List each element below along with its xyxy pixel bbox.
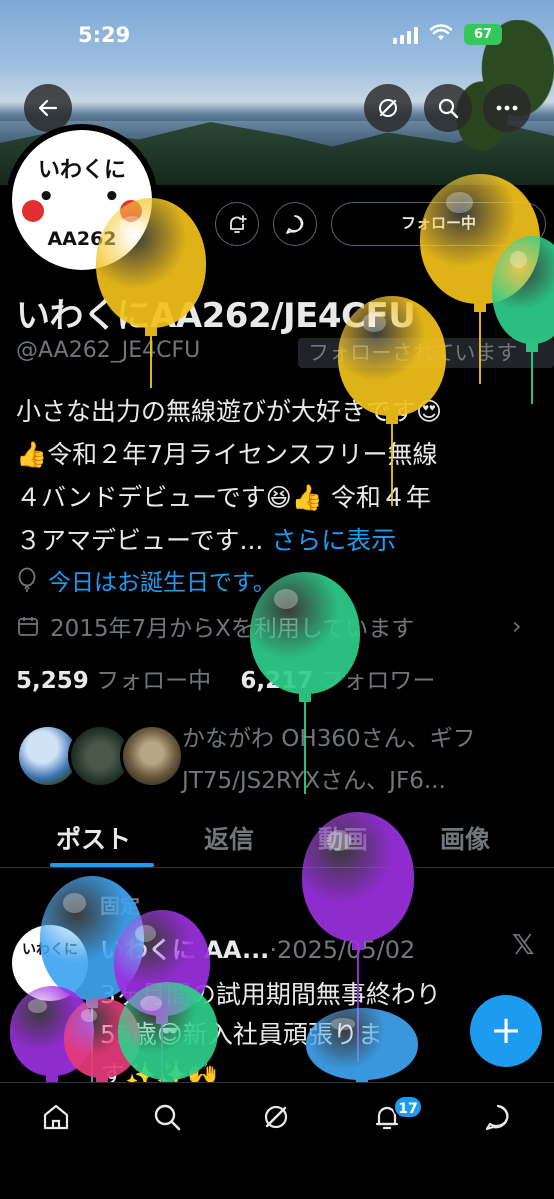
chevron-right-icon: ›: [512, 612, 522, 640]
home-icon: [43, 1104, 69, 1130]
bio-line: 👍令和２年7月ライセンスフリー無線: [16, 440, 438, 469]
nav-home[interactable]: [36, 1101, 76, 1141]
tab-media[interactable]: 画像: [440, 820, 490, 856]
more-button[interactable]: [483, 84, 531, 132]
balloon-decoration: [306, 1008, 418, 1100]
search-icon: [154, 1104, 181, 1131]
birthday-line: 今日はお誕生日です。: [16, 563, 276, 597]
message-icon: [286, 215, 304, 234]
balloon-decoration: [338, 296, 446, 506]
profile-tabs: ポスト 返信 動画 画像: [0, 806, 554, 868]
battery-indicator: 67: [464, 24, 502, 45]
tab-posts[interactable]: ポスト: [56, 820, 131, 856]
balloon-icon: [18, 567, 36, 592]
status-bar: 5:29 67: [0, 0, 554, 70]
birthday-text: 今日はお誕生日です。: [48, 570, 276, 596]
notification-badge: 17: [393, 1095, 423, 1119]
signal-icon: [393, 26, 418, 44]
balloon-decoration: [96, 198, 206, 388]
plus-icon: +: [490, 1008, 522, 1052]
chat-icon: [485, 1104, 509, 1131]
search-icon: [438, 98, 459, 119]
balloon-decoration: [118, 982, 218, 1120]
grok-icon: [264, 1105, 288, 1129]
compose-button[interactable]: +: [470, 995, 542, 1067]
balloon-decoration: [250, 572, 360, 794]
bio-line: ４バンドデビューです😆👍 令和４年: [16, 483, 431, 512]
search-button[interactable]: [424, 84, 472, 132]
mutual-avatar: [120, 724, 184, 788]
mutual-followers-text: かながわ OH360さん、ギフ JT75/JS2RYXさん、JF6...: [182, 726, 476, 794]
nav-messages[interactable]: [478, 1101, 518, 1141]
notify-subscribe-button[interactable]: [215, 202, 259, 246]
profile-handle: @AA262_JE4CFU: [16, 338, 201, 363]
x-logo-icon: 𝕏: [512, 928, 535, 961]
nav-grok[interactable]: [256, 1101, 296, 1141]
calendar-icon: [18, 617, 38, 636]
grok-button[interactable]: [364, 84, 412, 132]
bell-plus-icon: [230, 215, 247, 233]
bottom-nav: 17: [0, 1082, 554, 1199]
balloon-decoration: [302, 812, 414, 1062]
message-button[interactable]: [273, 202, 317, 246]
back-arrow-icon: [38, 99, 58, 117]
show-more-link[interactable]: さらに表示: [271, 526, 396, 555]
tab-replies[interactable]: 返信: [204, 820, 254, 856]
avatar-text-top: いわくに: [37, 158, 126, 183]
nav-search[interactable]: [147, 1101, 187, 1141]
bio-line: 小さな出力の無線遊びが大好きです😍: [16, 397, 443, 426]
profile-bio: 小さな出力の無線遊びが大好きです😍 👍令和２年7月ライセンスフリー無線 ４バンド…: [16, 390, 546, 562]
mutual-followers[interactable]: かながわ OH360さん、ギフ JT75/JS2RYXさん、JF6...: [16, 720, 546, 800]
bio-line-last: ３アマデビューです... さらに表示: [16, 526, 397, 555]
grok-icon: [379, 99, 397, 117]
status-time: 5:29: [78, 23, 131, 47]
active-tab-indicator: [50, 863, 154, 867]
avatar-cheek-left: [22, 200, 44, 222]
more-icon: [496, 105, 518, 111]
following-link[interactable]: 5,259 フォロー中: [16, 668, 211, 694]
wifi-icon: [429, 24, 453, 47]
follow-counts: 5,259 フォロー中 6,217 フォロワー: [16, 661, 435, 695]
